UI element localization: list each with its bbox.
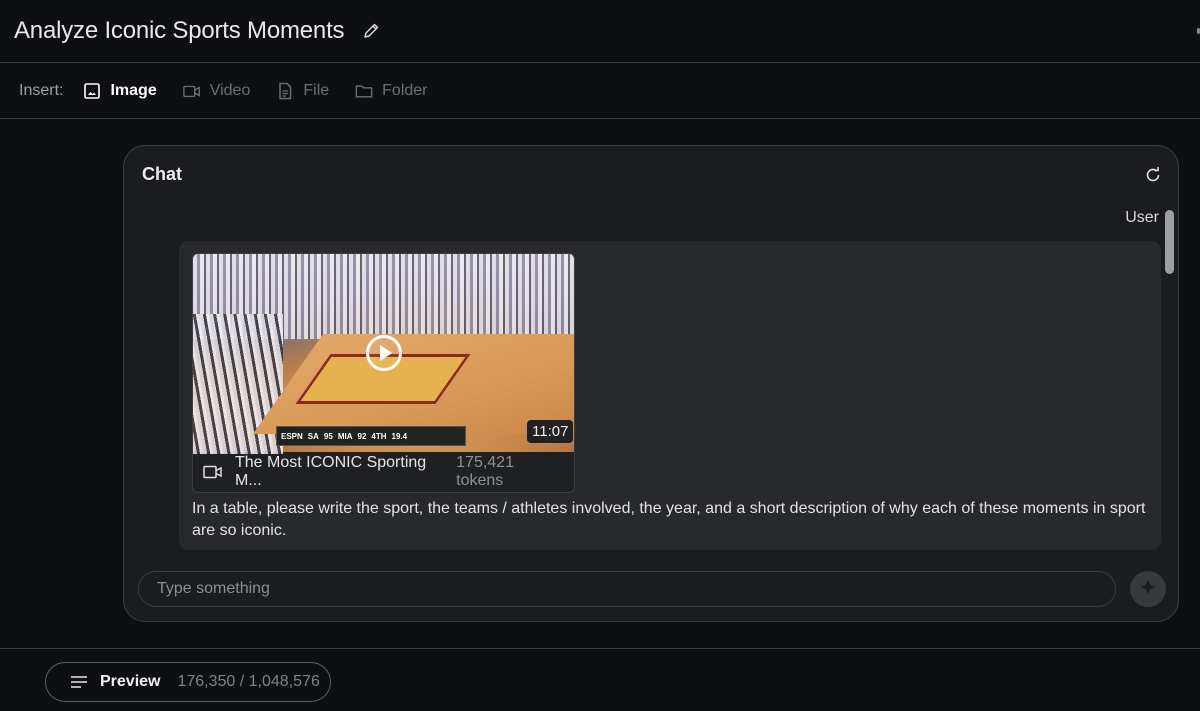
thumbnail-scorebug: ESPN SA 95 MIA 92 4TH 19.4 bbox=[276, 426, 466, 446]
preview-button[interactable]: Preview 176,350 / 1,048,576 bbox=[45, 662, 331, 702]
scorebug-score1: 95 bbox=[323, 431, 333, 441]
pencil-icon[interactable] bbox=[362, 22, 380, 40]
video-thumbnail: ESPN SA 95 MIA 92 4TH 19.4 11:07 bbox=[193, 254, 574, 454]
chat-input[interactable] bbox=[157, 580, 1115, 598]
attachment-token-count: 175,421 tokens bbox=[456, 454, 514, 489]
refresh-icon[interactable] bbox=[1144, 166, 1162, 184]
scorebug-team2: MIA bbox=[337, 431, 353, 441]
preview-label: Preview bbox=[100, 673, 161, 690]
sparkle-icon bbox=[1139, 578, 1157, 601]
video-icon bbox=[203, 464, 223, 480]
attachment-name: The Most ICONIC Sporting M... bbox=[235, 454, 427, 489]
footer-divider bbox=[0, 648, 1200, 649]
video-attachment[interactable]: ESPN SA 95 MIA 92 4TH 19.4 11:07 The Mos… bbox=[192, 253, 575, 493]
video-icon bbox=[182, 82, 201, 100]
scorebug-period: 4TH bbox=[371, 431, 387, 441]
chat-panel: Chat User ESPN SA 95 MIA 92 4TH 19.4 11:… bbox=[123, 145, 1179, 622]
insert-file-button[interactable]: File bbox=[276, 82, 329, 100]
scorebug-team1: SA bbox=[307, 431, 319, 441]
video-duration: 11:07 bbox=[527, 420, 574, 443]
scorebug-score2: 92 bbox=[357, 431, 367, 441]
message-role-label: User bbox=[1125, 209, 1159, 226]
insert-image-label: Image bbox=[110, 82, 157, 99]
play-button[interactable] bbox=[366, 335, 402, 371]
chat-input-container bbox=[138, 571, 1116, 607]
send-button[interactable] bbox=[1130, 571, 1166, 607]
message-text: In a table, please write the sport, the … bbox=[192, 500, 1146, 539]
insert-folder-button[interactable]: Folder bbox=[355, 82, 428, 100]
page-header: Analyze Iconic Sports Moments bbox=[0, 0, 1200, 63]
page-title: Analyze Iconic Sports Moments bbox=[14, 17, 345, 44]
file-icon bbox=[276, 82, 294, 100]
insert-file-label: File bbox=[303, 82, 330, 99]
chat-scrollbar[interactable] bbox=[1165, 210, 1174, 274]
attachment-footer: The Most ICONIC Sporting M... 175,421 to… bbox=[193, 452, 574, 492]
insert-video-button[interactable]: Video bbox=[182, 82, 251, 100]
chat-title: Chat bbox=[142, 164, 182, 184]
user-message: ESPN SA 95 MIA 92 4TH 19.4 11:07 The Mos… bbox=[179, 241, 1161, 550]
folder-icon bbox=[355, 82, 373, 100]
menu-lines-icon bbox=[70, 675, 88, 689]
insert-video-label: Video bbox=[209, 82, 251, 99]
insert-folder-label: Folder bbox=[382, 82, 428, 99]
scorebug-clock: 19.4 bbox=[391, 431, 408, 441]
insert-image-button[interactable]: Image bbox=[83, 82, 157, 100]
insert-toolbar: Insert: Image Video File Folder bbox=[0, 64, 1200, 119]
total-token-count: 176,350 / 1,048,576 bbox=[177, 673, 320, 690]
scorebug-network: ESPN bbox=[281, 431, 303, 441]
insert-label: Insert: bbox=[19, 82, 64, 99]
image-icon bbox=[83, 82, 101, 100]
